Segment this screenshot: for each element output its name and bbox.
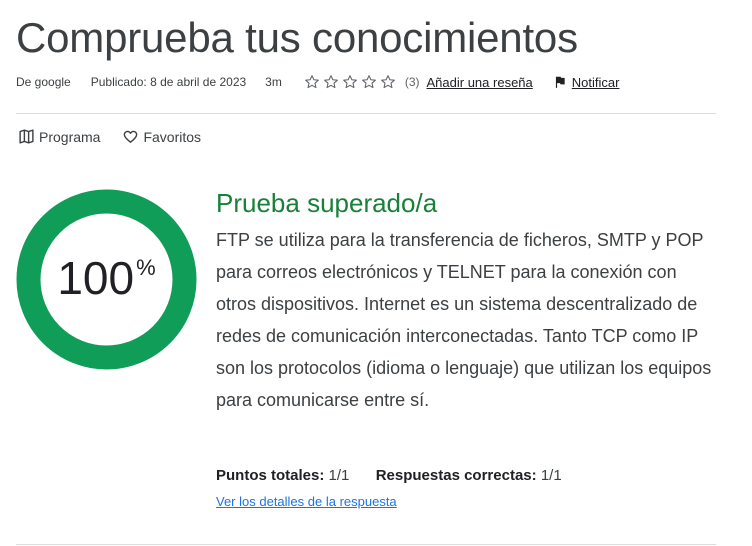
tab-label: Favoritos	[143, 128, 202, 145]
score-unit: %	[136, 255, 156, 280]
divider	[16, 544, 716, 545]
published-date: Publicado: 8 de abril de 2023	[90, 75, 247, 89]
total-points-label: Puntos totales:	[216, 467, 325, 484]
tab-label: Programa	[39, 128, 101, 145]
star-outline-icon[interactable]	[323, 74, 339, 90]
score-value: 100	[57, 251, 135, 304]
star-outline-icon[interactable]	[380, 74, 396, 90]
correct-answers-label: Respuestas correctas:	[375, 467, 537, 484]
tab-favoritos[interactable]: Favoritos	[122, 128, 201, 145]
answer-details-link[interactable]: Ver los detalles de la respuesta	[216, 494, 397, 509]
rating-count: (3)	[404, 75, 420, 89]
course-tabs: Programa Favoritos	[18, 128, 223, 145]
star-outline-icon[interactable]	[304, 74, 320, 90]
heart-icon	[124, 130, 138, 143]
result-explanation: FTP se utiliza para la transferencia de …	[216, 230, 712, 410]
score-display: 100 %	[16, 189, 197, 370]
duration: 3m	[265, 75, 282, 89]
result-status-title: Prueba superado/a	[216, 188, 438, 218]
flag-icon	[555, 76, 565, 88]
score-summary: Puntos totales: 1/1 Respuestas correctas…	[216, 467, 562, 484]
course-meta: De google Publicado: 8 de abril de 2023 …	[16, 74, 619, 90]
rating-stars[interactable]	[304, 74, 399, 90]
tab-programa[interactable]: Programa	[18, 128, 100, 145]
star-outline-icon[interactable]	[342, 74, 358, 90]
correct-answers-value: 1/1	[540, 467, 562, 484]
total-points-value: 1/1	[328, 467, 350, 484]
add-review-link[interactable]: Añadir una reseña	[427, 75, 533, 90]
author: De google	[16, 75, 71, 89]
report-link[interactable]: Notificar	[572, 75, 620, 90]
map-icon	[19, 129, 34, 144]
page-title: Comprueba tus conocimientos	[16, 14, 578, 61]
star-outline-icon[interactable]	[361, 74, 377, 90]
divider	[16, 113, 716, 114]
